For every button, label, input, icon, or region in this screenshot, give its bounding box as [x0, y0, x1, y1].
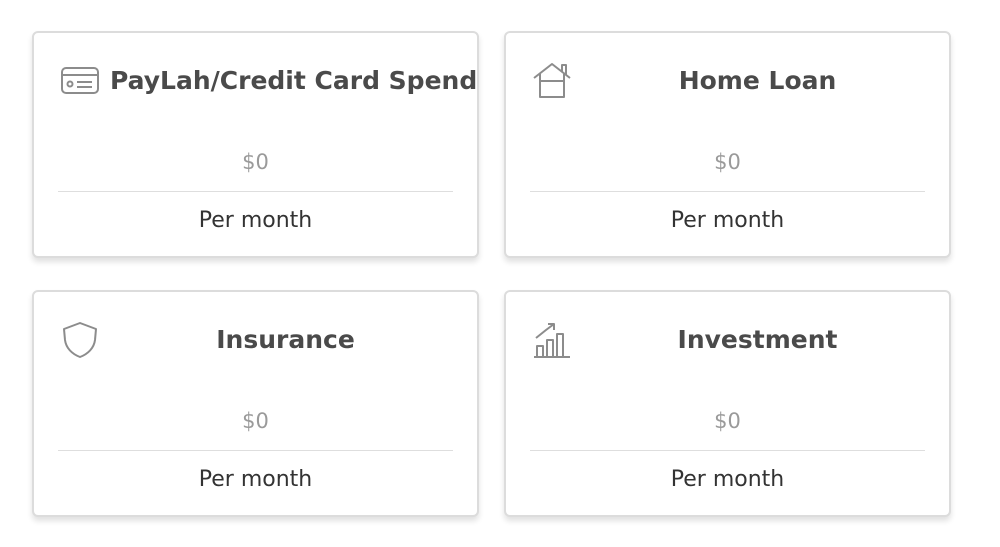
divider	[58, 450, 453, 451]
divider	[58, 191, 453, 192]
card-title: PayLah/Credit Card Spend	[110, 66, 478, 95]
card-title: Home Loan	[678, 66, 837, 95]
card-credit-card-spend[interactable]: PayLah/Credit Card Spend $0 Per month	[32, 31, 479, 258]
bar-chart-growth-icon	[532, 320, 572, 360]
card-home-loan[interactable]: Home Loan $0 Per month	[504, 31, 951, 258]
period-label: Per month	[198, 208, 313, 233]
house-icon	[532, 61, 572, 101]
card-title: Insurance	[216, 325, 355, 354]
card-insurance[interactable]: Insurance $0 Per month	[32, 290, 479, 517]
divider	[530, 450, 925, 451]
shield-icon	[60, 320, 100, 360]
amount-input[interactable]: $0	[58, 147, 453, 177]
divider	[530, 191, 925, 192]
amount-input[interactable]: $0	[530, 406, 925, 436]
period-label: Per month	[198, 467, 313, 492]
card-title: Investment	[677, 325, 838, 354]
card-investment[interactable]: Investment $0 Per month	[504, 290, 951, 517]
credit-card-icon	[60, 61, 100, 101]
period-label: Per month	[670, 467, 785, 492]
period-label: Per month	[670, 208, 785, 233]
amount-input[interactable]: $0	[530, 147, 925, 177]
amount-input[interactable]: $0	[58, 406, 453, 436]
